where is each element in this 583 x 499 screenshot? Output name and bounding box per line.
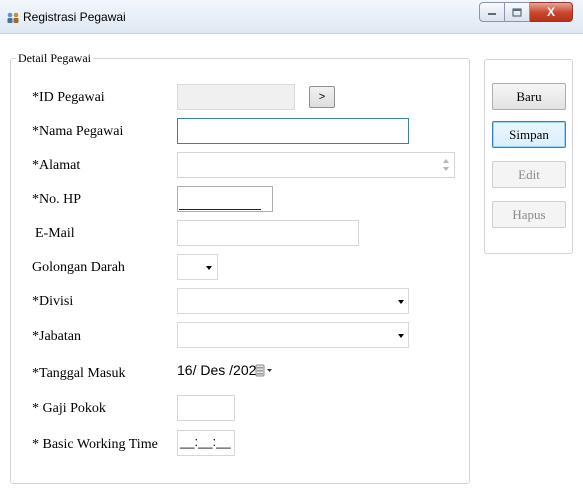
tanggal-masuk-picker[interactable]: 16/ Des /2020 bbox=[177, 362, 264, 378]
gaji-pokok-label: * Gaji Pokok bbox=[32, 401, 106, 416]
people-icon bbox=[7, 12, 19, 23]
tanggal-masuk-label: *Tanggal Masuk bbox=[32, 366, 126, 381]
chevron-right-icon: > bbox=[318, 91, 326, 103]
minimize-icon bbox=[488, 13, 496, 15]
title-bar: Registrasi Pegawai X bbox=[0, 0, 583, 34]
gaji-pokok-input[interactable] bbox=[177, 395, 235, 421]
no-hp-label: *No. HP bbox=[32, 192, 82, 207]
divisi-select[interactable] bbox=[177, 288, 409, 314]
close-icon: X bbox=[546, 5, 555, 19]
close-button[interactable]: X bbox=[530, 2, 573, 22]
chevron-down-icon bbox=[398, 334, 404, 338]
email-label: E-Mail bbox=[35, 226, 75, 241]
nama-pegawai-label: *Nama Pegawai bbox=[32, 124, 124, 139]
id-pegawai-label: *ID Pegawai bbox=[32, 90, 105, 105]
calendar-dropdown-icon[interactable] bbox=[255, 364, 275, 378]
alamat-textarea[interactable] bbox=[177, 152, 455, 178]
simpan-button[interactable]: Simpan bbox=[492, 121, 566, 148]
hapus-button[interactable]: Hapus bbox=[492, 201, 566, 228]
no-hp-mask bbox=[179, 209, 261, 210]
basic-working-time-input[interactable]: __:__:__ bbox=[177, 430, 235, 456]
alamat-label: *Alamat bbox=[32, 158, 81, 173]
basic-working-time-mask: __:__:__ bbox=[180, 434, 231, 449]
window-title: Registrasi Pegawai bbox=[23, 10, 126, 24]
email-input[interactable] bbox=[177, 220, 359, 246]
maximize-button[interactable] bbox=[505, 2, 530, 22]
group-title: Detail Pegawai bbox=[16, 51, 93, 66]
chevron-down-icon bbox=[206, 266, 212, 270]
scroll-arrows-icon[interactable] bbox=[441, 156, 451, 174]
basic-working-time-label: * Basic Working Time bbox=[32, 437, 158, 452]
id-pegawai-input[interactable] bbox=[177, 84, 295, 110]
nama-pegawai-input[interactable] bbox=[177, 118, 409, 144]
edit-button[interactable]: Edit bbox=[492, 161, 566, 188]
id-lookup-button[interactable]: > bbox=[309, 86, 335, 108]
golongan-darah-select[interactable] bbox=[177, 254, 218, 280]
chevron-down-icon bbox=[398, 300, 404, 304]
jabatan-label: *Jabatan bbox=[32, 329, 81, 344]
maximize-icon bbox=[512, 7, 522, 17]
minimize-button[interactable] bbox=[479, 2, 505, 22]
golongan-darah-label: Golongan Darah bbox=[32, 260, 125, 275]
baru-button[interactable]: Baru bbox=[492, 83, 566, 110]
window-controls: X bbox=[479, 2, 573, 22]
divisi-label: *Divisi bbox=[32, 294, 74, 309]
jabatan-select[interactable] bbox=[177, 322, 409, 348]
